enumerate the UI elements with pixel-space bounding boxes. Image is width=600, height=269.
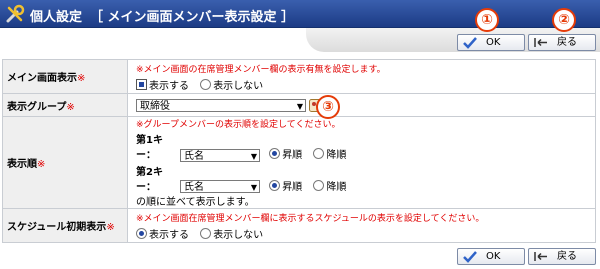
schedule-show-label: 表示する <box>149 229 189 241</box>
key1-desc-option[interactable]: 降順 <box>313 146 346 161</box>
row-order: 表示順※ ※グループメンバーの表示順を設定してください。 第1キー： 氏名 ▼ 昇順… <box>2 116 596 209</box>
order-label: 表示順 <box>7 159 37 170</box>
show-label: 表示する <box>149 80 189 92</box>
schedule-note: ※メイン画面在席管理メンバー欄に表示するスケジュールの表示を設定してください。 <box>136 213 485 224</box>
required-mark: ※ <box>66 101 75 113</box>
page-title: 個人設定 ［ メイン画面メンバー表示設定 ］ <box>30 6 294 25</box>
ok-button-top[interactable]: OK <box>457 34 525 51</box>
group-select[interactable]: 取締役 ▼ <box>136 98 306 112</box>
key2-select[interactable]: 氏名 ▼ <box>180 180 260 193</box>
chevron-down-icon: ▼ <box>250 183 257 192</box>
value-order: ※グループメンバーの表示順を設定してください。 第1キー： 氏名 ▼ 昇順 降順 第… <box>127 116 596 209</box>
order-note: ※グループメンバーの表示順を設定してください。 <box>136 120 341 130</box>
page-subtitle: ［ メイン画面メンバー表示設定 ］ <box>90 10 295 25</box>
label-main-display: メイン画面表示※ <box>2 59 128 94</box>
schedule-show-radio[interactable] <box>136 227 147 239</box>
hide-label: 表示しない <box>213 80 264 92</box>
back-button-bottom[interactable]: 戻る <box>528 248 596 265</box>
schedule-label: スケジュール初期表示 <box>7 222 107 233</box>
check-icon <box>463 37 477 49</box>
back-label: 戻る <box>557 37 577 48</box>
order-suffix: の順に並べて表示します。 <box>136 197 255 208</box>
main-display-label: メイン画面表示 <box>7 73 77 84</box>
key2-desc-radio[interactable] <box>313 179 325 191</box>
label-order: 表示順※ <box>2 116 128 209</box>
value-schedule: ※メイン画面在席管理メンバー欄に表示するスケジュールの表示を設定してください。 … <box>127 208 596 243</box>
asc-label: 昇順 <box>282 150 303 161</box>
schedule-hide-label: 表示しない <box>213 229 264 241</box>
main-display-show-option[interactable]: 表示する <box>136 77 189 92</box>
group-label: 表示グループ <box>7 101 67 113</box>
desc-label: 降順 <box>326 181 347 193</box>
ok-button-bottom[interactable]: OK <box>457 248 525 265</box>
marker-3: ③ <box>316 95 340 119</box>
show-checkbox[interactable] <box>136 78 147 90</box>
desc-label: 降順 <box>326 150 347 161</box>
required-mark: ※ <box>77 73 86 84</box>
marker-1: ① <box>475 8 499 32</box>
value-main-display: ※メイン画面の在席管理メンバー欄の表示有無を設定します。 表示する 表示しない <box>127 59 596 94</box>
marker-2: ② <box>552 8 576 32</box>
schedule-hide-option[interactable]: 表示しない <box>200 226 263 241</box>
required-mark: ※ <box>37 159 46 170</box>
key2-asc-radio[interactable] <box>269 179 281 191</box>
key2-label: 第2キー： <box>136 166 163 193</box>
key1-select[interactable]: 氏名 ▼ <box>180 148 260 162</box>
back-arrow-icon <box>534 252 547 261</box>
ok-label: OK <box>486 251 501 262</box>
row-group: 表示グループ※ 取締役 ▼ <box>2 93 596 117</box>
back-label: 戻る <box>557 251 577 262</box>
asc-label: 昇順 <box>282 181 303 193</box>
settings-table: メイン画面表示※ ※メイン画面の在席管理メンバー欄の表示有無を設定します。 表示… <box>2 59 596 243</box>
schedule-hide-radio[interactable] <box>200 227 212 239</box>
header-bar: 個人設定 ［ メイン画面メンバー表示設定 ］ <box>0 0 600 28</box>
check-icon <box>463 251 477 263</box>
key1-value: 氏名 <box>184 150 204 162</box>
row-main-display: メイン画面表示※ ※メイン画面の在席管理メンバー欄の表示有無を設定します。 表示… <box>2 59 596 94</box>
tools-icon <box>6 4 25 23</box>
main-display-note: ※メイン画面の在席管理メンバー欄の表示有無を設定します。 <box>136 64 386 75</box>
key1-desc-radio[interactable] <box>313 148 325 159</box>
key1-asc-radio[interactable] <box>269 148 281 159</box>
group-select-value: 取締役 <box>140 100 170 112</box>
ok-label: OK <box>486 37 501 48</box>
label-schedule: スケジュール初期表示※ <box>2 208 128 243</box>
key1-asc-option[interactable]: 昇順 <box>269 146 302 161</box>
key2-value: 氏名 <box>184 182 204 193</box>
page-title-text: 個人設定 <box>30 10 83 25</box>
back-button-top[interactable]: 戻る <box>528 34 596 51</box>
main-display-hide-option[interactable]: 表示しない <box>200 77 263 92</box>
chevron-down-icon: ▼ <box>250 151 257 161</box>
key1-label: 第1キー： <box>136 135 163 161</box>
chevron-down-icon: ▼ <box>296 101 303 111</box>
schedule-show-option[interactable]: 表示する <box>136 226 189 241</box>
value-group: 取締役 ▼ <box>127 93 596 117</box>
hide-radio[interactable] <box>200 78 212 90</box>
key2-asc-option[interactable]: 昇順 <box>269 178 302 193</box>
key2-desc-option[interactable]: 降順 <box>313 178 346 193</box>
row-schedule: スケジュール初期表示※ ※メイン画面在席管理メンバー欄に表示するスケジュールの表… <box>2 208 596 243</box>
required-mark: ※ <box>106 222 115 233</box>
back-arrow-icon <box>534 38 547 47</box>
label-group: 表示グループ※ <box>2 93 128 117</box>
